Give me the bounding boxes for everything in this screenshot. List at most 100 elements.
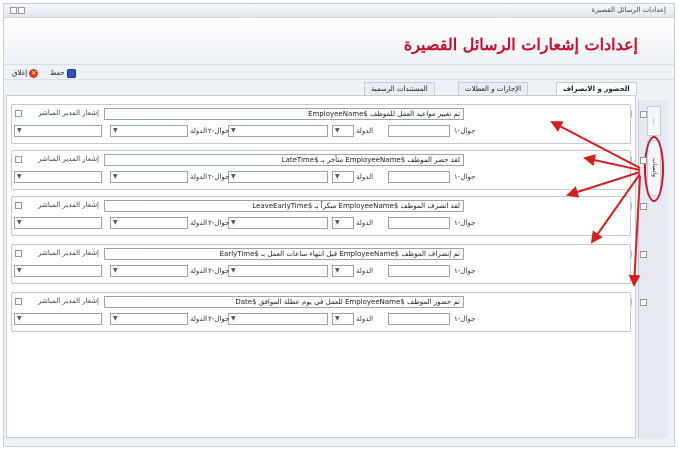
mobile2-input[interactable]: ▼ — [228, 265, 328, 277]
notification-enable-checkbox[interactable] — [640, 157, 647, 164]
manager-checkbox[interactable] — [15, 110, 22, 117]
mobile2-label: جوال-٢ — [208, 127, 230, 135]
highlight-ellipse — [644, 136, 664, 202]
message-template-input[interactable]: لقد حضر الموظف $EmployeeName متأخر بـ $L… — [104, 154, 464, 166]
tab-strip: الإجازات و العطلات الحضور و الانصراف الم… — [6, 82, 637, 95]
message-template-input[interactable]: لقد انصرف الموظف $EmployeeName مبكراً بـ… — [104, 200, 464, 212]
chevron-down-icon: ▼ — [231, 127, 236, 134]
mobile2-input[interactable]: ▼ — [228, 171, 328, 183]
notification-enable-checkbox[interactable] — [640, 251, 647, 258]
mobile1-input[interactable] — [388, 125, 450, 137]
mobile1-input[interactable] — [388, 171, 450, 183]
chevron-down-icon: ▼ — [17, 127, 22, 134]
notification-group: إشعار المدير المباشر تم تغيير مواعيد العم… — [11, 104, 631, 144]
chevron-down-icon: ▼ — [335, 219, 340, 226]
mobile1-label: جوال-١ — [454, 315, 476, 323]
manager-dropdown[interactable]: ▼ — [14, 217, 102, 229]
chevron-down-icon: ▼ — [335, 173, 340, 180]
country2-dropdown[interactable]: ▼ — [110, 313, 188, 325]
mobile2-input[interactable]: ▼ — [228, 217, 328, 229]
tab-official-documents[interactable]: المستندات الرسمية — [364, 82, 435, 95]
manager-label: إشعار المدير المباشر — [38, 201, 99, 209]
country1-dropdown[interactable]: ▼ — [332, 171, 354, 183]
country2-dropdown[interactable]: ▼ — [110, 125, 188, 137]
close-icon: × — [29, 68, 39, 78]
notification-enable-checkbox[interactable] — [640, 299, 647, 306]
chevron-down-icon: ▼ — [17, 315, 22, 322]
country2-dropdown[interactable]: ▼ — [110, 265, 188, 277]
mobile1-input[interactable] — [388, 313, 450, 325]
tab-attendance[interactable]: الحضور و الانصراف — [556, 82, 637, 95]
chevron-down-icon: ▼ — [17, 219, 22, 226]
mobile1-input[interactable] — [388, 265, 450, 277]
message-template-input[interactable]: تم تغيير مواعيد العمل للموظف $EmployeeNa… — [104, 108, 464, 120]
chevron-down-icon: ▼ — [231, 267, 236, 274]
message-template-input[interactable]: تم حضور الموظف $EmployeeName للعمل في يو… — [104, 296, 464, 308]
country1-label: الدولة — [356, 267, 374, 275]
country1-dropdown[interactable]: ▼ — [332, 313, 354, 325]
manager-label: إشعار المدير المباشر — [38, 155, 99, 163]
mobile2-label: جوال-٢ — [208, 219, 230, 227]
chevron-down-icon: ▼ — [17, 267, 22, 274]
chevron-down-icon: ▼ — [17, 173, 22, 180]
notification-group: إشعار المدير المباشر تم حضور الموظف $Empl… — [11, 292, 631, 332]
title-bar: إعدادات الرسائل القصيرة — [4, 4, 674, 18]
save-icon — [66, 68, 76, 78]
manager-dropdown[interactable]: ▼ — [14, 313, 102, 325]
notification-enable-checkbox[interactable] — [640, 203, 647, 210]
tab-label: المستندات الرسمية — [371, 85, 428, 93]
chevron-down-icon: ▼ — [335, 267, 340, 274]
save-button[interactable]: حفظ — [50, 67, 76, 79]
country2-label: الدولة — [190, 173, 208, 181]
manager-checkbox[interactable] — [15, 250, 22, 257]
mobile2-input[interactable]: ▼ — [228, 125, 328, 137]
banner: إعدادات إشعارات الرسائل القصيرة — [4, 18, 674, 64]
chevron-down-icon: ▼ — [335, 315, 340, 322]
mobile1-label: جوال-١ — [454, 219, 476, 227]
notification-group: إشعار المدير المباشر تم إنصراف الموظف $Em… — [11, 244, 631, 284]
country2-label: الدولة — [190, 219, 208, 227]
chevron-down-icon: ▼ — [231, 219, 236, 226]
chevron-down-icon: ▼ — [231, 315, 236, 322]
country1-dropdown[interactable]: ▼ — [332, 125, 354, 137]
country1-label: الدولة — [356, 219, 374, 227]
country1-label: الدولة — [356, 127, 374, 135]
country1-dropdown[interactable]: ▼ — [332, 217, 354, 229]
chevron-down-icon: ▼ — [113, 173, 118, 180]
chevron-down-icon: ▼ — [113, 315, 118, 322]
tab-leaves-holidays[interactable]: الإجازات و العطلات — [458, 82, 529, 95]
close-button[interactable]: إغلاق × — [12, 67, 39, 79]
manager-notify[interactable]: إشعار المدير المباشر — [14, 108, 99, 120]
manager-notify[interactable]: إشعار المدير المباشر — [14, 154, 99, 166]
manager-dropdown[interactable]: ▼ — [14, 265, 102, 277]
mobile2-label: جوال-٢ — [208, 173, 230, 181]
manager-notify[interactable]: إشعار المدير المباشر — [14, 296, 99, 308]
chevron-down-icon: ▼ — [113, 267, 118, 274]
chevron-down-icon: ▼ — [231, 173, 236, 180]
notification-enable-checkbox[interactable] — [640, 111, 647, 118]
window-controls[interactable] — [10, 7, 28, 15]
message-template-input[interactable]: تم إنصراف الموظف $EmployeeName قبل انتها… — [104, 248, 464, 260]
mobile1-label: جوال-١ — [454, 267, 476, 275]
manager-notify[interactable]: إشعار المدير المباشر — [14, 200, 99, 212]
manager-checkbox[interactable] — [15, 298, 22, 305]
manager-notify[interactable]: إشعار المدير المباشر — [14, 248, 99, 260]
country2-dropdown[interactable]: ▼ — [110, 217, 188, 229]
country2-dropdown[interactable]: ▼ — [110, 171, 188, 183]
mobile1-input[interactable] — [388, 217, 450, 229]
notification-group: إشعار المدير المباشر لقد انصرف الموظف $Em… — [11, 196, 631, 236]
manager-dropdown[interactable]: ▼ — [14, 171, 102, 183]
side-tab-sms[interactable]: ... — [647, 106, 661, 136]
manager-checkbox[interactable] — [15, 156, 22, 163]
country2-label: الدولة — [190, 267, 208, 275]
manager-checkbox[interactable] — [15, 202, 22, 209]
close-button-label: إغلاق — [12, 69, 28, 77]
mobile2-input[interactable]: ▼ — [228, 313, 328, 325]
country2-label: الدولة — [190, 127, 208, 135]
page-title: إعدادات إشعارات الرسائل القصيرة — [403, 35, 638, 54]
manager-dropdown[interactable]: ▼ — [14, 125, 102, 137]
window-title: إعدادات الرسائل القصيرة — [591, 6, 666, 14]
country1-label: الدولة — [356, 173, 374, 181]
manager-label: إشعار المدير المباشر — [38, 297, 99, 305]
country1-dropdown[interactable]: ▼ — [332, 265, 354, 277]
